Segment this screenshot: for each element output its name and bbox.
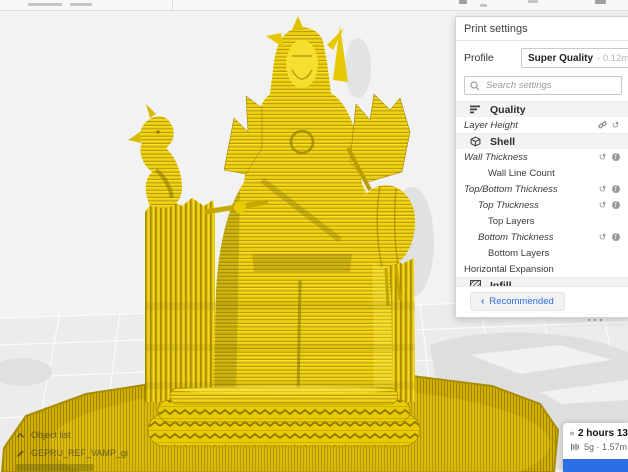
- setting-top-layers[interactable]: Top Layers: [456, 213, 628, 229]
- setting-indicators: ↺ ƒ: [598, 229, 620, 245]
- profile-layer-height: - 0.12mm: [597, 52, 628, 64]
- setting-label: Top/Bottom Thickness: [464, 183, 558, 195]
- category-infill[interactable]: Infill: [456, 277, 628, 286]
- setting-horizontal-expansion[interactable]: Horizontal Expansion: [456, 261, 628, 277]
- topbar-button-fragment: [528, 0, 538, 3]
- object-list-item[interactable]: GEPRU_REF_VAMP_gi: [16, 444, 128, 462]
- setting-label: Wall Line Count: [488, 167, 555, 179]
- category-quality[interactable]: Quality: [456, 101, 628, 117]
- shell-icon: [470, 136, 483, 147]
- setting-indicators: ↺ ƒ: [598, 181, 620, 197]
- setting-wall-thickness[interactable]: Wall Thickness ↺ ƒ: [456, 149, 628, 165]
- profile-label: Profile: [464, 52, 494, 64]
- filament-spool-icon: [571, 443, 579, 451]
- setting-indicators: ↺ ƒ: [598, 149, 620, 165]
- setting-layer-height[interactable]: Layer Height ↺: [456, 117, 628, 133]
- fx-icon: ƒ: [611, 153, 620, 162]
- setting-indicators: ↺ ƒ: [598, 197, 620, 213]
- topbar-text-fragment: [70, 3, 92, 6]
- estimate-material: 5g · 1.57m: [584, 442, 628, 452]
- category-label: Shell: [490, 135, 516, 148]
- setting-label: Bottom Thickness: [478, 231, 554, 243]
- topbar-text-fragment: [28, 3, 62, 6]
- profile-value: Super Quality: [528, 52, 594, 64]
- link-icon: [598, 121, 607, 130]
- cura-window: Print settings Profile Super Quality - 0…: [0, 0, 628, 472]
- revert-icon[interactable]: ↺: [611, 120, 620, 130]
- pencil-icon: [17, 449, 24, 457]
- infill-icon: [470, 280, 483, 286]
- topbar-divider: [172, 0, 173, 10]
- settings-list: Quality Layer Height ↺ Shell Wall Thickness ↺…: [456, 101, 628, 286]
- chevron-down-icon: [480, 4, 487, 7]
- fx-icon: ƒ: [611, 185, 620, 194]
- object-list-toggle[interactable]: Object list: [16, 426, 128, 444]
- topbar-button-fragment: [459, 0, 467, 4]
- setting-label: Layer Height: [464, 119, 518, 131]
- setting-label: Top Layers: [488, 215, 535, 227]
- setting-label: Horizontal Expansion: [464, 263, 554, 275]
- revert-icon[interactable]: ↺: [598, 200, 607, 210]
- setting-indicators: ↺: [598, 117, 620, 133]
- fx-icon: ƒ: [611, 201, 620, 210]
- setting-bottom-layers[interactable]: Bottom Layers: [456, 245, 628, 261]
- panel-title: Print settings: [456, 17, 628, 41]
- recommended-button[interactable]: ‹ Recommended: [470, 292, 565, 311]
- chevron-up-icon: [16, 432, 25, 438]
- clock-icon: [570, 431, 574, 436]
- quality-icon: [470, 105, 483, 114]
- print-estimate-card[interactable]: 2 hours 13 5g · 1.57m: [563, 423, 628, 472]
- setting-top-bottom-thickness[interactable]: Top/Bottom Thickness ↺ ƒ: [456, 181, 628, 197]
- setting-label: Wall Thickness: [464, 151, 528, 163]
- setting-bottom-thickness[interactable]: Bottom Thickness ↺ ƒ: [456, 229, 628, 245]
- setting-top-thickness[interactable]: Top Thickness ↺ ƒ: [456, 197, 628, 213]
- category-shell[interactable]: Shell: [456, 133, 628, 149]
- setting-label: Bottom Layers: [488, 247, 550, 259]
- model-pedestal[interactable]: [147, 386, 421, 447]
- print-settings-panel: Print settings Profile Super Quality - 0…: [455, 16, 628, 318]
- estimate-time: 2 hours 13: [577, 428, 628, 439]
- preview-button[interactable]: [563, 459, 628, 472]
- fx-icon: ƒ: [611, 233, 620, 242]
- setting-label: Top Thickness: [478, 199, 539, 211]
- revert-icon[interactable]: ↺: [598, 232, 607, 242]
- object-list-item-partial: [16, 464, 94, 471]
- settings-search[interactable]: [464, 76, 622, 95]
- revert-icon[interactable]: ↺: [598, 152, 607, 162]
- top-toolbar: [0, 0, 628, 11]
- profile-dropdown[interactable]: Super Quality - 0.12mm: [521, 48, 628, 68]
- revert-icon[interactable]: ↺: [598, 184, 607, 194]
- search-icon: [470, 80, 480, 90]
- category-label: Infill: [490, 279, 512, 287]
- search-input[interactable]: [484, 79, 616, 92]
- topbar-button-fragment: [595, 0, 606, 4]
- setting-wall-line-count[interactable]: Wall Line Count: [456, 165, 628, 181]
- object-list: Object list GEPRU_REF_VAMP_gi: [16, 426, 128, 471]
- model-bird: [128, 104, 182, 208]
- chevron-left-icon: ‹: [481, 296, 485, 307]
- category-label: Quality: [490, 103, 526, 116]
- panel-resize-handle[interactable]: [588, 319, 602, 321]
